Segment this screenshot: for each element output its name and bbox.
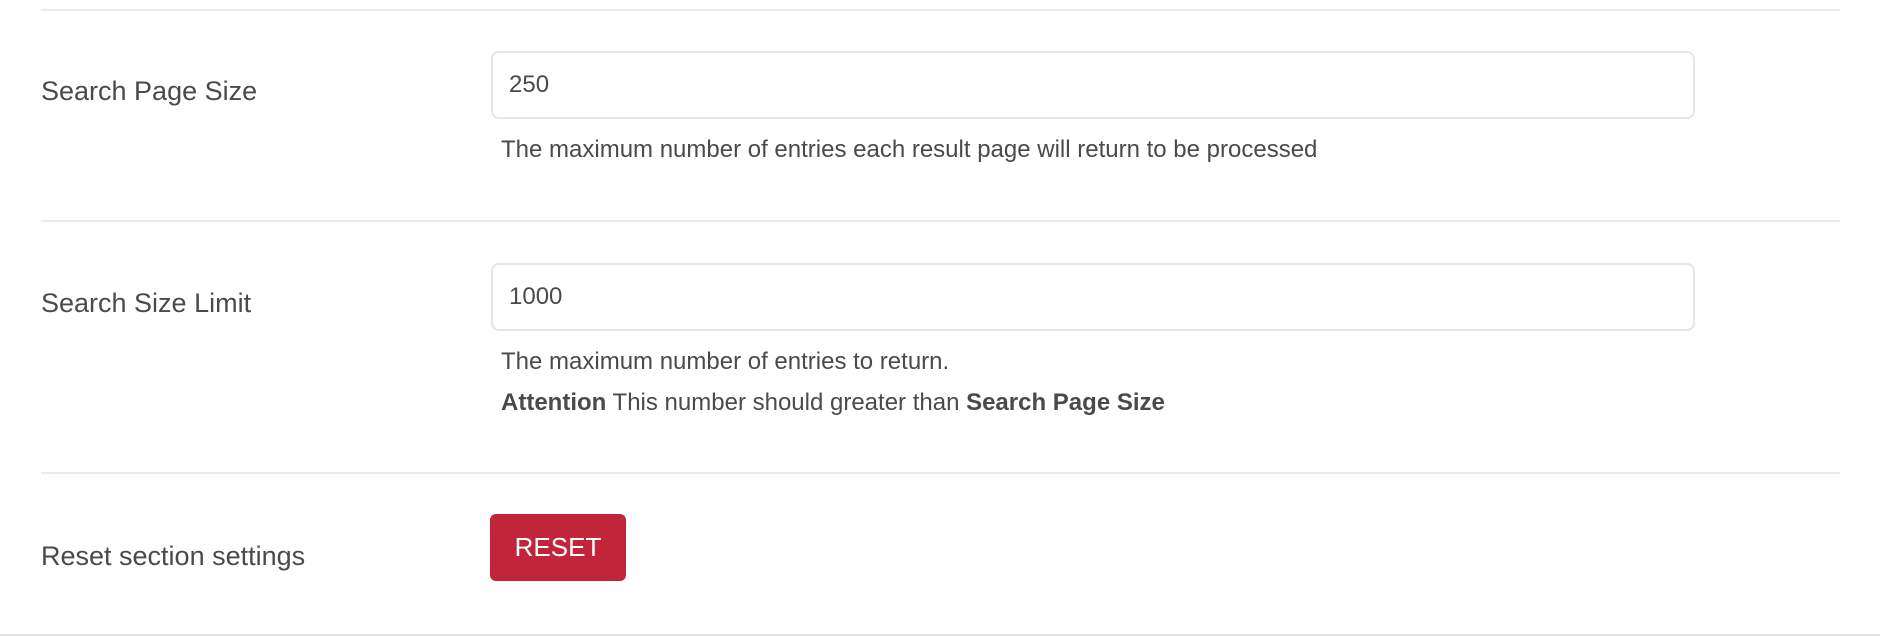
search-size-limit-help: The maximum number of entries to return. [501, 348, 950, 375]
reset-button[interactable]: RESET [490, 514, 626, 581]
settings-panel: Search Page Size 250 The maximum number … [0, 0, 1880, 636]
attention-ref: Search Page Size [966, 389, 1165, 416]
divider [41, 9, 1840, 11]
divider [41, 220, 1840, 222]
search-page-size-label: Search Page Size [41, 76, 258, 106]
divider [41, 472, 1840, 474]
search-size-limit-input[interactable]: 1000 [491, 263, 1695, 331]
attention-label: Attention [501, 389, 607, 416]
reset-section-label: Reset section settings [41, 541, 306, 571]
search-size-limit-label: Search Size Limit [41, 288, 252, 318]
search-size-limit-attention: Attention This number should greater tha… [501, 388, 1165, 418]
search-page-size-help: The maximum number of entries each resul… [501, 136, 1318, 163]
attention-text: This number should greater than [606, 389, 967, 416]
search-page-size-input[interactable]: 250 [491, 51, 1695, 119]
